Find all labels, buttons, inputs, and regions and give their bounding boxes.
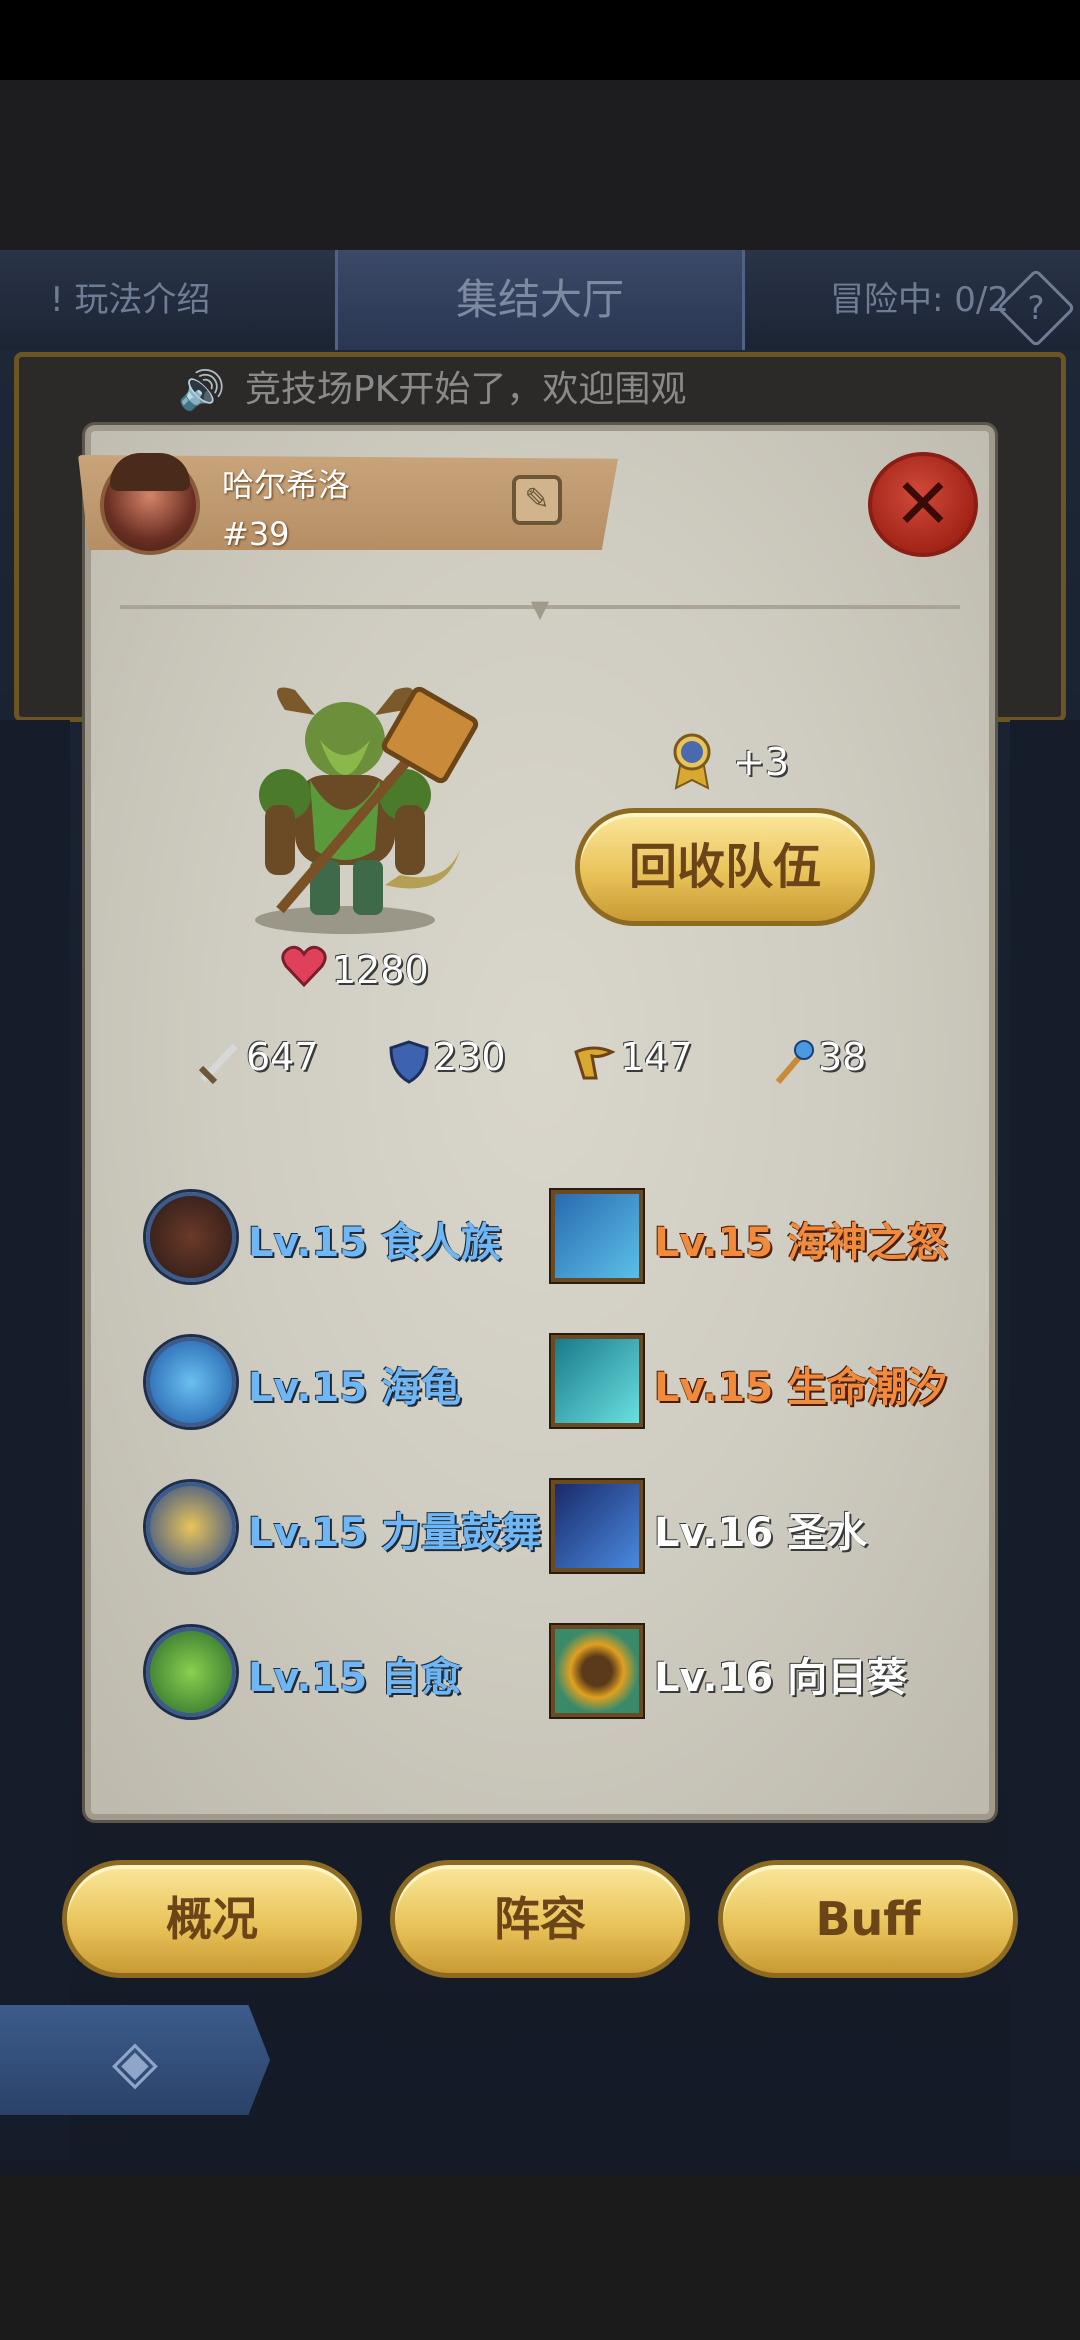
- team-detail-panel: [85, 425, 995, 1820]
- tab-buff[interactable]: Buff: [718, 1860, 1018, 1978]
- tab-lineup[interactable]: 阵容: [390, 1860, 690, 1978]
- attack-value: 647: [246, 1035, 319, 1079]
- adventure-count: 冒险中: 0/2: [830, 280, 1009, 320]
- status-bar: [0, 0, 1080, 80]
- left-pillar: [0, 720, 70, 2160]
- medal-bonus: +3: [733, 740, 790, 784]
- avatar[interactable]: [100, 453, 200, 555]
- right-pillar: [1010, 720, 1080, 2160]
- skill-holy-water: Lv.16 圣水: [654, 1510, 868, 1556]
- shield-icon: [389, 1040, 429, 1084]
- poseidon-icon[interactable]: [551, 1190, 643, 1282]
- tab-overview[interactable]: 概况: [62, 1860, 362, 1978]
- speed-value: 147: [620, 1035, 693, 1079]
- edit-icon: ✎: [524, 482, 550, 517]
- treant-hero-icon: [255, 686, 479, 934]
- skill-turtle: Lv.15 海龟: [248, 1365, 462, 1411]
- skill-poseidon-wrath: Lv.15 海神之怒: [654, 1220, 948, 1266]
- bottom-band: [0, 2175, 1080, 2340]
- skill-life-tide: Lv.15 生命潮汐: [654, 1365, 948, 1411]
- holy-water-icon[interactable]: [551, 1480, 643, 1572]
- chevron-down-icon: ▼: [530, 595, 550, 623]
- skill-cannibal: Lv.15 食人族: [248, 1220, 502, 1266]
- speaker-icon: 🔊: [178, 368, 226, 412]
- leaf-icon[interactable]: [146, 1627, 236, 1717]
- wing-boot-icon: [574, 1046, 616, 1080]
- top-band: [0, 80, 1080, 250]
- alert-icon: !: [50, 280, 75, 320]
- wave-icon[interactable]: [551, 1335, 643, 1427]
- edit-name-button[interactable]: ✎: [512, 475, 562, 525]
- medal-icon: [673, 733, 711, 790]
- player-name: 哈尔希洛: [222, 466, 351, 504]
- diamond-emblem-icon: ◈: [111, 2027, 159, 2097]
- hero-hp: 1280: [332, 948, 429, 992]
- player-id: #39: [222, 515, 290, 553]
- staff-icon: [775, 1040, 814, 1084]
- cannibal-icon[interactable]: [146, 1192, 236, 1282]
- banner-icon[interactable]: [146, 1482, 236, 1572]
- sword-icon: [198, 1043, 238, 1085]
- close-icon: ✕: [893, 463, 953, 545]
- gameplay-intro-link[interactable]: ! 玩法介绍: [50, 250, 210, 350]
- navigation-flag[interactable]: ◈: [0, 2005, 270, 2115]
- skill-strength-inspire: Lv.15 力量鼓舞: [248, 1510, 542, 1556]
- defense-value: 230: [433, 1035, 506, 1079]
- turtle-icon[interactable]: [146, 1337, 236, 1427]
- magic-value: 38: [818, 1035, 867, 1079]
- heart-icon: [281, 945, 327, 988]
- page-title: 集结大厅: [455, 275, 624, 324]
- skill-self-heal: Lv.15 自愈: [248, 1655, 462, 1701]
- announcement-text: 竞技场PK开始了，欢迎围观: [245, 369, 687, 410]
- skill-sunflower: Lv.16 向日葵: [654, 1655, 908, 1701]
- close-button[interactable]: ✕: [868, 452, 978, 557]
- hero-portrait: [225, 670, 485, 940]
- recall-team-button[interactable]: 回收队伍: [575, 808, 875, 926]
- sunflower-icon[interactable]: [551, 1625, 643, 1717]
